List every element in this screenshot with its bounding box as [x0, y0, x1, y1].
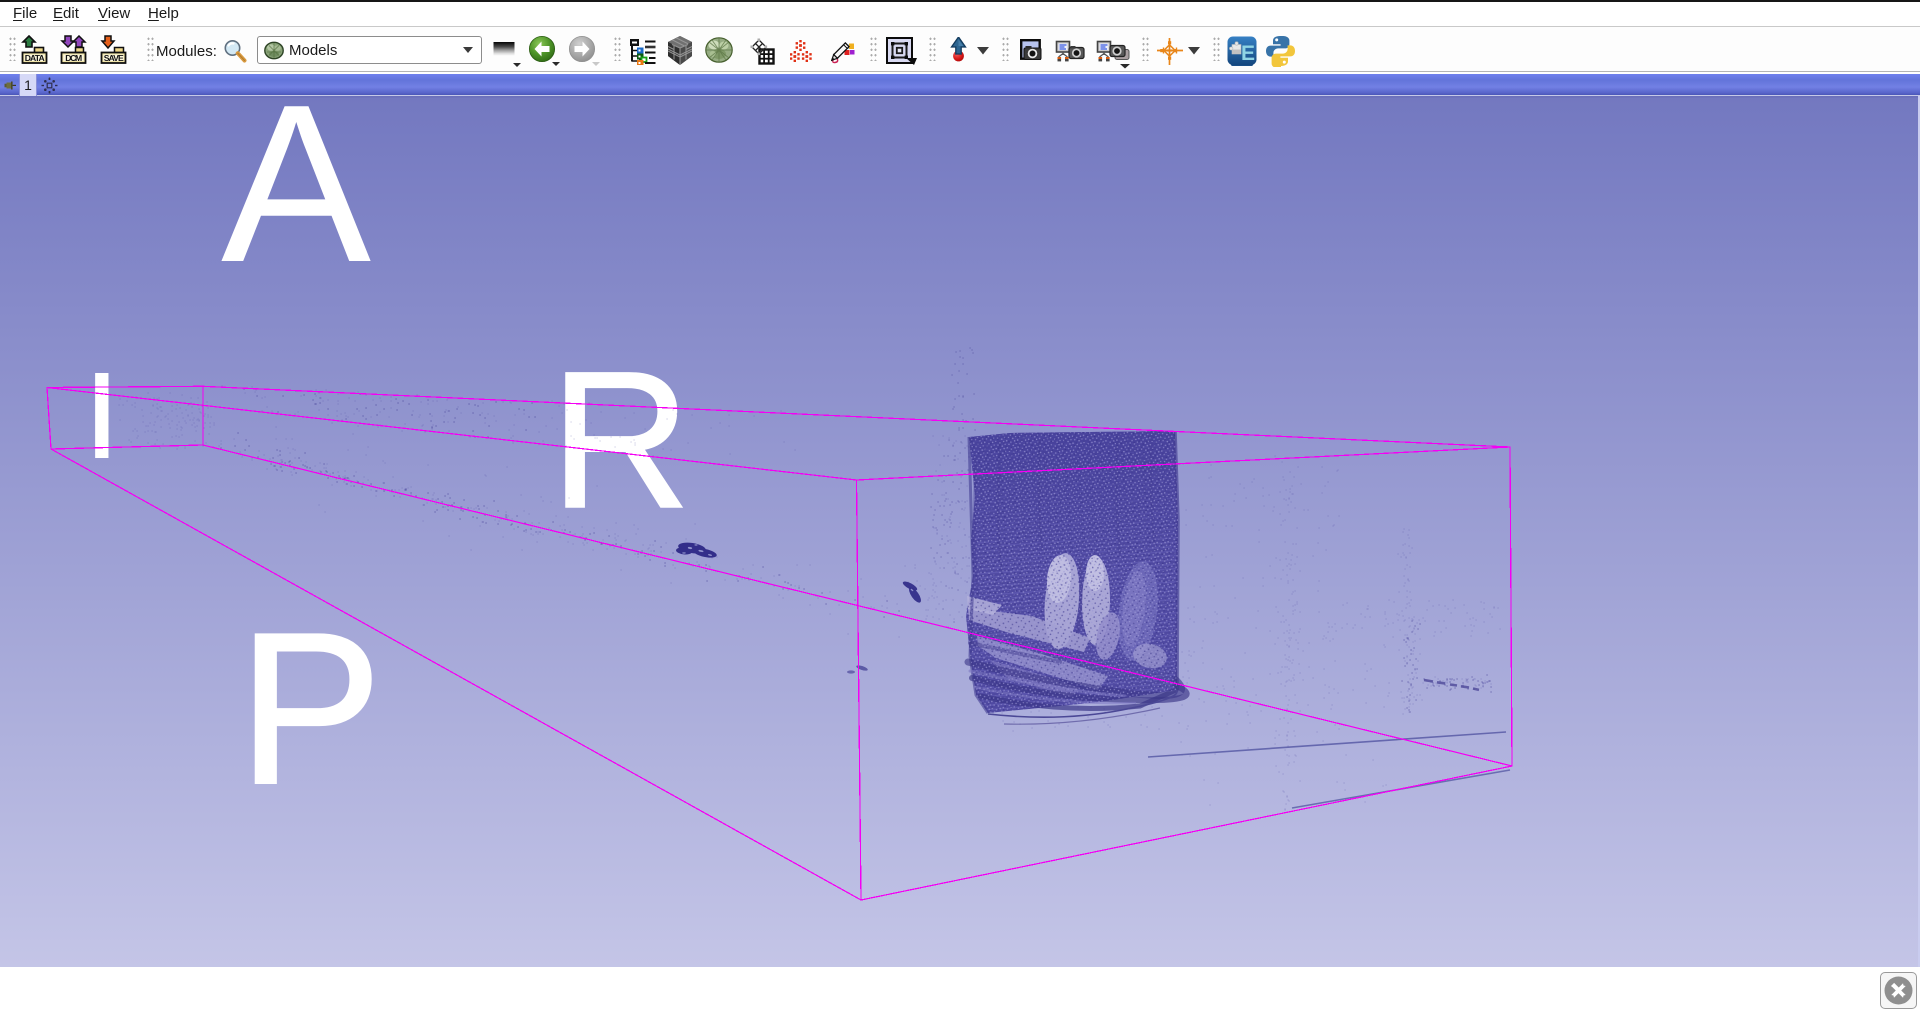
svg-text:SAVE: SAVE [104, 53, 124, 63]
svg-text:DATA: DATA [25, 53, 45, 63]
svg-text:DCM: DCM [65, 53, 82, 63]
svg-text:E: E [1241, 42, 1255, 65]
